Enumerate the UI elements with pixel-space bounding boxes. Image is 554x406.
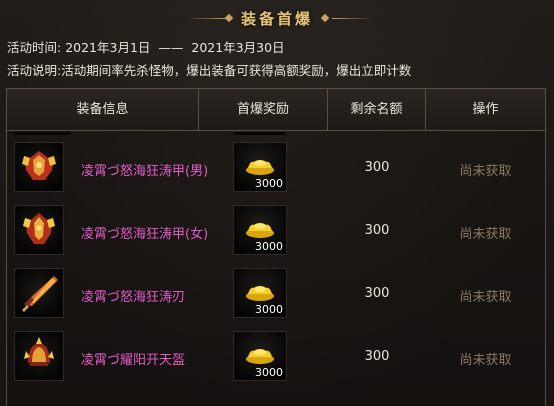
header-remaining-slots: 剩余名额 xyxy=(328,89,426,130)
table-row: 凌霄づ怒海狂涛刃 3000 300 尚未获取 xyxy=(7,258,545,321)
reward-slot[interactable]: 3000 xyxy=(233,205,287,255)
helmet-icon xyxy=(24,337,54,366)
reward-quantity: 3000 xyxy=(255,303,283,316)
title-diamond-right xyxy=(320,13,330,23)
activity-time-end: 2021年3月30日 xyxy=(191,40,285,55)
equipment-table: 装备信息 首爆奖励 剩余名额 操作 凌霄づ怒海狂涛甲(男) 3000 300 尚… xyxy=(6,88,546,406)
claim-status-button[interactable]: 尚未获取 xyxy=(426,223,545,242)
blade-icon xyxy=(22,276,58,312)
header-equipment-info: 装备信息 xyxy=(7,89,199,130)
item-name: 凌霄づ怒海狂涛刃 xyxy=(81,290,186,305)
reward-slot[interactable]: 3000 xyxy=(233,331,287,381)
item-name: 凌霄づ怒海狂涛甲(女) xyxy=(81,227,209,242)
row-divider-strip xyxy=(14,132,70,135)
activity-time: 活动时间: 2021年3月1日 —— 2021年3月30日 xyxy=(7,37,285,56)
claim-status-button[interactable]: 尚未获取 xyxy=(426,349,545,368)
activity-time-separator: —— xyxy=(158,40,184,55)
claim-status-button[interactable]: 尚未获取 xyxy=(426,286,545,305)
header-first-drop-reward: 首爆奖励 xyxy=(199,89,328,130)
title-bar: 装备首爆 xyxy=(0,0,554,36)
title-ornament-right xyxy=(332,18,374,19)
reward-slot[interactable]: 3000 xyxy=(233,142,287,192)
title-diamond-left xyxy=(224,13,234,23)
gold-ingot-icon xyxy=(246,286,274,301)
item-slot[interactable] xyxy=(14,268,64,318)
activity-time-start: 2021年3月1日 xyxy=(65,40,151,55)
gold-ingot-icon xyxy=(246,349,274,364)
panel-title: 装备首爆 xyxy=(240,10,313,28)
item-name: 凌霄づ耀阳开天盔 xyxy=(81,353,186,368)
gold-ingot-icon xyxy=(246,223,274,238)
table-row: 凌霄づ耀阳开天盔 3000 300 尚未获取 xyxy=(7,321,545,384)
gold-ingot-icon xyxy=(246,160,274,175)
table-header: 装备信息 首爆奖励 剩余名额 操作 xyxy=(7,89,545,131)
reward-quantity: 3000 xyxy=(255,177,283,190)
title-ornament-left xyxy=(186,18,228,19)
activity-time-label: 活动时间: xyxy=(7,40,62,55)
reward-quantity: 3000 xyxy=(255,240,283,253)
row-divider-strip xyxy=(233,132,285,135)
activity-description: 活动说明:活动期间率先杀怪物，爆出装备可获得高额奖励，爆出立即计数 xyxy=(7,60,411,79)
activity-desc-text: 活动期间率先杀怪物，爆出装备可获得高额奖励，爆出立即计数 xyxy=(61,63,412,78)
item-slot[interactable] xyxy=(14,205,64,255)
reward-quantity: 3000 xyxy=(255,366,283,379)
activity-desc-label: 活动说明: xyxy=(7,63,62,78)
claim-status-button[interactable]: 尚未获取 xyxy=(426,160,545,179)
armor-male-icon xyxy=(22,151,56,180)
armor-female-icon xyxy=(23,213,55,244)
item-slot[interactable] xyxy=(14,142,64,192)
item-name: 凌霄づ怒海狂涛甲(男) xyxy=(81,164,209,179)
item-slot[interactable] xyxy=(14,331,64,381)
remaining-slots: 300 xyxy=(364,349,390,364)
remaining-slots: 300 xyxy=(364,286,390,301)
remaining-slots: 300 xyxy=(364,160,390,175)
table-row: 凌霄づ怒海狂涛甲(女) 3000 300 尚未获取 xyxy=(7,195,545,258)
first-drop-panel: 装备首爆 活动时间: 2021年3月1日 —— 2021年3月30日 活动说明:… xyxy=(0,0,554,406)
reward-slot[interactable]: 3000 xyxy=(233,268,287,318)
header-action: 操作 xyxy=(472,102,499,117)
table-row: 凌霄づ怒海狂涛甲(男) 3000 300 尚未获取 xyxy=(7,132,545,195)
remaining-slots: 300 xyxy=(364,223,390,238)
